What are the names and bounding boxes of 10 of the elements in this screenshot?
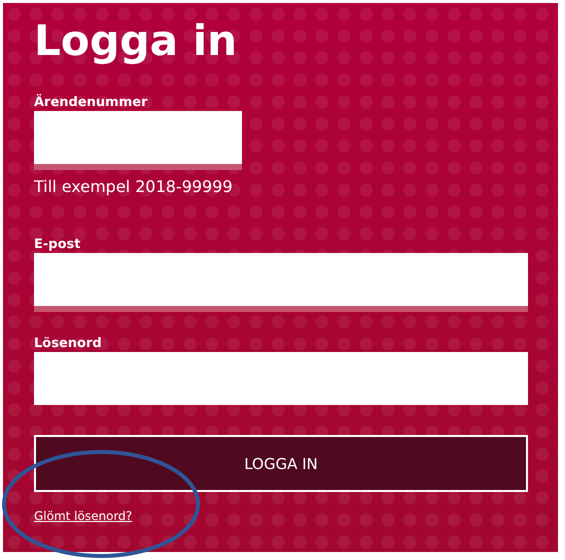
field-hint: Till exempel 2018-99999 <box>34 177 233 197</box>
forgot-password-link[interactable]: Glömt lösenord? <box>34 509 132 523</box>
login-button[interactable]: LOGGA IN <box>34 435 528 492</box>
input-field[interactable] <box>34 253 528 312</box>
field-label: Ärendenummer <box>34 95 148 111</box>
input-field[interactable] <box>34 111 242 170</box>
field-label: Lösenord <box>34 336 102 352</box>
page-title: Logga in <box>34 17 238 65</box>
field-label: E-post <box>34 237 80 253</box>
input-field[interactable] <box>34 352 528 405</box>
